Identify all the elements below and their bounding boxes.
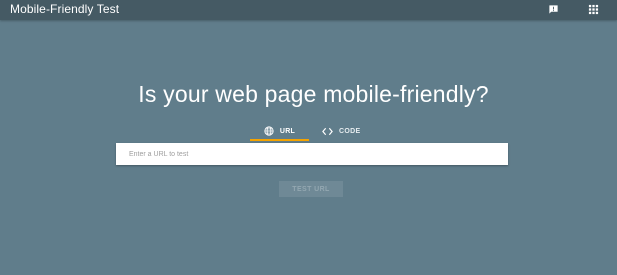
apps-grid-icon xyxy=(588,4,598,14)
apps-button[interactable] xyxy=(586,2,600,16)
test-url-button[interactable]: TEST URL xyxy=(279,181,343,197)
globe-icon xyxy=(264,126,274,136)
page-headline: Is your web page mobile-friendly? xyxy=(138,81,489,107)
url-input[interactable] xyxy=(116,143,508,165)
top-app-bar: Mobile-Friendly Test xyxy=(0,0,617,20)
tab-code-label: CODE xyxy=(339,127,361,135)
tab-code[interactable]: CODE xyxy=(322,122,362,140)
page: Mobile-Friendly Test Is your web page mo… xyxy=(0,0,617,275)
code-brackets-icon xyxy=(322,127,333,135)
tab-url-label: URL xyxy=(279,127,296,135)
tab-url[interactable]: URL xyxy=(250,122,309,140)
selected-tab-indicator xyxy=(250,139,309,141)
feedback-icon xyxy=(548,4,558,14)
feedback-button[interactable] xyxy=(546,2,560,16)
app-title: Mobile-Friendly Test xyxy=(10,2,120,16)
